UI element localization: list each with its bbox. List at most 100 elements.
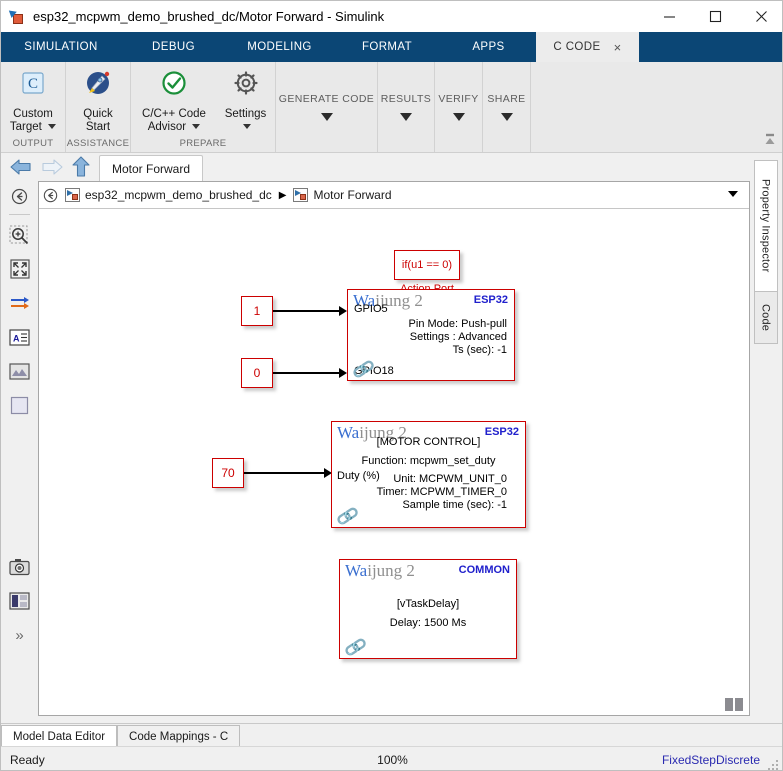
tab-apps-label: APPS xyxy=(472,41,505,53)
quick-start-button[interactable]: Quick Start xyxy=(83,62,113,134)
area-icon[interactable] xyxy=(1,388,38,422)
breadcrumb-separator: ▶ xyxy=(278,189,287,201)
model-data-editor-label: Model Data Editor xyxy=(13,730,106,743)
chevron-down-icon[interactable] xyxy=(500,113,513,121)
breadcrumb-back-icon[interactable] xyxy=(39,188,61,203)
tab-c-code[interactable]: C CODE × xyxy=(536,32,639,62)
model-tab-motor-forward[interactable]: Motor Forward xyxy=(99,155,204,181)
action-port-block[interactable]: if(u1 == 0) xyxy=(394,250,460,280)
gpio-block-line-2: Settings : Advanced xyxy=(409,331,507,343)
generate-code-group[interactable]: GENERATE CODE xyxy=(276,62,378,152)
more-chevrons-icon[interactable]: » xyxy=(1,618,38,652)
breadcrumb-dropdown-icon[interactable] xyxy=(728,191,738,197)
simulink-model-icon xyxy=(8,7,26,25)
maximize-icon[interactable] xyxy=(692,1,738,32)
action-port-condition: if(u1 == 0) xyxy=(401,259,453,271)
settings-label: Settings xyxy=(225,108,266,134)
resize-grip-icon[interactable] xyxy=(768,757,780,770)
verify-label: VERIFY xyxy=(438,93,479,105)
block-diagram[interactable]: if(u1 == 0) Action Port 1 0 Waijung 2 ES… xyxy=(39,209,749,715)
c-cpp-code-advisor-label: C/C++ Code Advisor xyxy=(142,108,206,133)
chevron-down-icon[interactable] xyxy=(452,113,465,121)
custom-target-label: Custom Target xyxy=(10,108,57,134)
tab-debug[interactable]: DEBUG xyxy=(121,32,226,62)
close-icon[interactable] xyxy=(738,1,782,32)
tab-format[interactable]: FORMAT xyxy=(333,32,441,62)
gpio-block-line-1: Pin Mode: Push-pull xyxy=(408,318,507,330)
layout-icon[interactable] xyxy=(1,584,38,618)
chevron-down-icon[interactable] xyxy=(400,113,412,121)
breadcrumb-root[interactable]: esp32_mcpwm_demo_brushed_dc xyxy=(65,188,272,202)
tab-apps[interactable]: APPS xyxy=(441,32,536,62)
ribbon-group-prepare: C/C++ Code Advisor Settings PREPARE xyxy=(131,62,276,152)
chevron-down-icon[interactable] xyxy=(243,124,251,130)
collapse-ribbon-icon[interactable] xyxy=(762,132,778,148)
constant-block-1[interactable]: 1 xyxy=(241,296,273,326)
ribbon-group-prepare-label: PREPARE xyxy=(179,138,227,149)
share-group[interactable]: SHARE xyxy=(483,62,531,152)
solver-name[interactable]: FixedStepDiscrete xyxy=(662,753,760,767)
window-controls xyxy=(646,1,782,32)
verify-group[interactable]: VERIFY xyxy=(435,62,483,152)
custom-target-button[interactable]: C Custom Target xyxy=(10,62,57,134)
ribbon-body: C Custom Target OUTPUT Quick Start ASSIS… xyxy=(1,62,782,153)
more-chevrons-glyph: » xyxy=(15,626,24,644)
delay-block[interactable]: Waijung 2 COMMON [vTaskDelay] Delay: 150… xyxy=(339,559,517,659)
gpio-block-badge: ESP32 xyxy=(473,294,508,306)
breadcrumb-current[interactable]: Motor Forward xyxy=(293,188,392,202)
gpio18-input-arrow xyxy=(339,368,347,378)
tab-close-icon[interactable]: × xyxy=(614,41,622,54)
tab-simulation[interactable]: SIMULATION xyxy=(1,32,121,62)
navigation-bar: Motor Forward xyxy=(1,153,782,183)
link-icon: 🔗 xyxy=(351,358,376,381)
constant-block-70[interactable]: 70 xyxy=(212,458,244,488)
generate-code-label: GENERATE CODE xyxy=(278,93,375,105)
constant-70-value: 70 xyxy=(221,466,235,480)
constant-1-value: 1 xyxy=(253,304,261,318)
chevron-down-icon[interactable] xyxy=(320,113,333,121)
rail-divider xyxy=(9,214,30,215)
tab-code-mappings-c[interactable]: Code Mappings - C xyxy=(117,725,241,747)
results-group[interactable]: RESULTS xyxy=(378,62,435,152)
tab-property-inspector[interactable]: Property Inspector xyxy=(753,160,778,292)
signal-line-2[interactable] xyxy=(273,372,341,374)
tab-code[interactable]: Code xyxy=(753,292,778,344)
motor-control-block[interactable]: Waijung 2 ESP32 [MOTOR CONTROL] Function… xyxy=(331,421,526,528)
delay-block-line-1: [vTaskDelay] xyxy=(396,598,460,610)
zoom-in-icon[interactable] xyxy=(1,218,38,252)
minimize-icon[interactable] xyxy=(646,1,692,32)
settings-button[interactable]: Settings xyxy=(217,62,275,134)
motor-control-line-4: Sample time (sec): -1 xyxy=(402,499,507,511)
status-message: Ready xyxy=(10,752,45,767)
chevron-down-icon[interactable] xyxy=(48,124,57,130)
tab-model-data-editor[interactable]: Model Data Editor xyxy=(1,725,118,747)
constant-block-0[interactable]: 0 xyxy=(241,358,273,388)
property-inspector-label: Property Inspector xyxy=(759,179,772,273)
code-mappings-label: Code Mappings - C xyxy=(129,730,229,743)
canvas-scroll-nub[interactable] xyxy=(725,698,743,711)
breadcrumb: esp32_mcpwm_demo_brushed_dc ▶ Motor Forw… xyxy=(39,182,749,209)
signal-line-1[interactable] xyxy=(273,310,341,312)
signal-lines-icon[interactable] xyxy=(1,286,38,320)
camera-icon[interactable] xyxy=(1,550,38,584)
gear-icon xyxy=(231,69,261,104)
signal-line-3[interactable] xyxy=(244,472,326,474)
canvas-toolbar: A » xyxy=(1,181,38,716)
model-canvas-frame: esp32_mcpwm_demo_brushed_dc ▶ Motor Forw… xyxy=(38,181,750,716)
back-arrow-icon[interactable] xyxy=(9,158,33,181)
navigate-back-icon[interactable] xyxy=(1,181,38,211)
chevron-down-icon[interactable] xyxy=(192,124,201,130)
forward-arrow-icon xyxy=(40,158,64,181)
simulink-window: esp32_mcpwm_demo_brushed_dc/Motor Forwar… xyxy=(0,0,783,771)
annotation-icon[interactable]: A xyxy=(1,320,38,354)
up-arrow-icon[interactable] xyxy=(71,156,91,183)
image-icon[interactable] xyxy=(1,354,38,388)
quick-start-label: Quick Start xyxy=(83,108,113,133)
gpio-block[interactable]: Waijung 2 ESP32 GPIO5 GPIO18 Pin Mode: P… xyxy=(347,289,515,381)
delay-block-badge: COMMON xyxy=(458,564,510,576)
c-cpp-code-advisor-button[interactable]: C/C++ Code Advisor xyxy=(132,62,217,134)
tab-modeling[interactable]: MODELING xyxy=(226,32,333,62)
delay-block-line-2: Delay: 1500 Ms xyxy=(389,617,467,629)
bottom-dock-tabs: Model Data Editor Code Mappings - C xyxy=(1,723,782,747)
fit-to-view-icon[interactable] xyxy=(1,252,38,286)
